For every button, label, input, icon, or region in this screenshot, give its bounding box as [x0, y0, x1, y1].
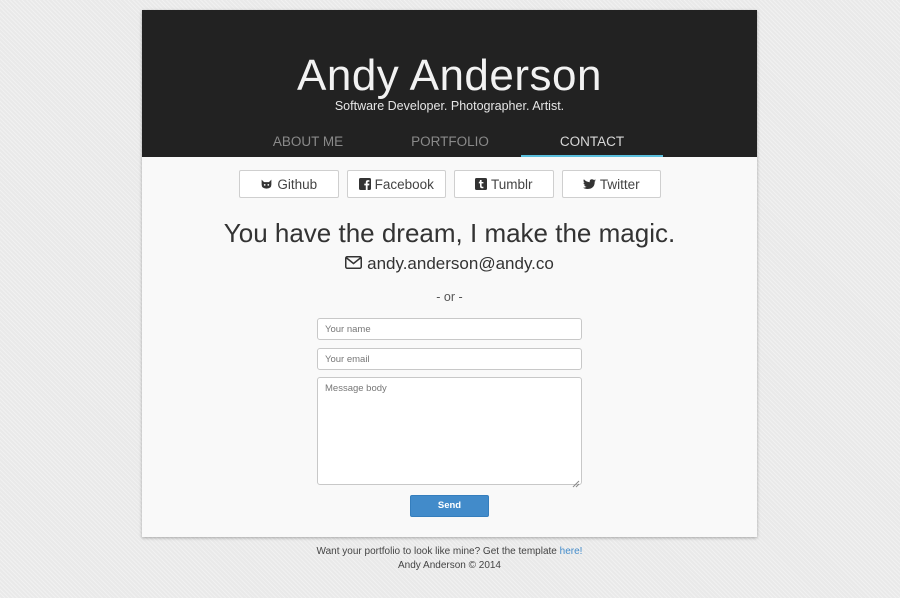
message-field[interactable] — [317, 377, 582, 485]
github-label: Github — [277, 176, 318, 192]
send-button[interactable]: Send — [410, 495, 489, 517]
github-button[interactable]: Github — [239, 170, 339, 198]
main-card: Andy Anderson Software Developer. Photog… — [142, 10, 757, 537]
footer-prompt: Want your portfolio to look like mine? G… — [316, 546, 560, 557]
footer-template-line: Want your portfolio to look like mine? G… — [142, 545, 757, 559]
nav-tabs: ABOUT ME PORTFOLIO CONTACT — [237, 132, 663, 157]
tab-contact[interactable]: CONTACT — [521, 132, 663, 157]
social-links: Github Facebook Tumblr Twitter — [239, 170, 661, 198]
site-tagline: Software Developer. Photographer. Artist… — [334, 99, 565, 113]
footer-copyright: Andy Anderson © 2014 — [398, 560, 501, 571]
footer: Want your portfolio to look like mine? G… — [142, 545, 757, 573]
tumblr-label: Tumblr — [490, 176, 533, 192]
or-separator: - or - — [436, 290, 463, 304]
facebook-button[interactable]: Facebook — [346, 170, 446, 198]
email-line: andy.anderson@andy.co — [142, 253, 757, 275]
header: Andy Anderson Software Developer. Photog… — [142, 10, 757, 157]
tab-portfolio[interactable]: PORTFOLIO — [379, 132, 521, 157]
email-address[interactable]: andy.anderson@andy.co — [367, 253, 554, 275]
tumblr-button[interactable]: Tumblr — [454, 170, 554, 198]
facebook-label: Facebook — [374, 176, 434, 192]
template-link[interactable]: here! — [560, 546, 583, 557]
envelope-icon — [345, 253, 363, 275]
name-field[interactable] — [317, 318, 582, 340]
twitter-label: Twitter — [599, 176, 640, 192]
site-title: Andy Anderson — [297, 51, 602, 100]
twitter-icon — [582, 178, 596, 190]
resize-grip-icon[interactable] — [572, 475, 580, 488]
tab-about-me[interactable]: ABOUT ME — [237, 132, 379, 157]
github-icon — [260, 178, 273, 191]
facebook-icon — [358, 178, 371, 190]
contact-headline: You have the dream, I make the magic. — [223, 218, 676, 248]
tumblr-icon — [474, 178, 487, 190]
twitter-button[interactable]: Twitter — [561, 170, 661, 198]
email-field[interactable] — [317, 348, 582, 370]
